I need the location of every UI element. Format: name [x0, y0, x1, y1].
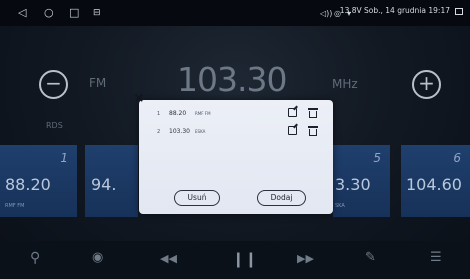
row-name: RMF FM — [195, 111, 211, 116]
row-frequency: 103.30 — [169, 128, 190, 135]
preset-number: 1 — [60, 151, 68, 165]
row-index: 2 — [157, 129, 161, 135]
rds-label: RDS — [46, 121, 63, 130]
volume-icon: ◁)) — [320, 9, 333, 18]
edit-icon[interactable] — [288, 108, 297, 117]
search-icon[interactable]: ⚲ — [30, 250, 40, 266]
add-button[interactable]: Dodaj — [257, 190, 306, 206]
recents-icon[interactable]: □ — [69, 5, 79, 21]
rewind-icon[interactable]: ◀◀ — [160, 252, 177, 265]
preset-6[interactable]: 6 104.60 — [401, 145, 470, 217]
fast-forward-icon[interactable]: ▶▶ — [297, 252, 314, 265]
row-index: 1 — [157, 111, 161, 117]
edit-icon[interactable]: ✎ — [365, 250, 376, 265]
preset-name: SKA — [335, 203, 345, 209]
close-icon[interactable]: × — [132, 92, 146, 106]
frequency-display: 103.30 — [177, 60, 287, 99]
tune-down-button[interactable]: − — [39, 70, 68, 99]
preset-frequency: 104.60 — [406, 175, 462, 194]
edit-icon[interactable] — [288, 126, 297, 135]
equalizer-icon[interactable]: ☰ — [430, 250, 442, 265]
preset-frequency: 3.30 — [335, 175, 371, 194]
home-icon[interactable]: ○ — [44, 5, 54, 21]
cast-icon[interactable]: ⊟ — [93, 5, 101, 21]
tune-up-button[interactable]: + — [412, 70, 441, 99]
preset-5[interactable]: 5 3.30 SKA — [333, 145, 390, 217]
preset-number: 5 — [373, 151, 381, 165]
preset-name: RMF FM — [5, 203, 25, 209]
preset-frequency: 88.20 — [5, 175, 51, 194]
radio-scan-icon[interactable]: ◉ — [92, 250, 103, 265]
status-bar: ◁ ○ □ ⊟ ◁)) ◎ ▾ 13.8V Sob., 14 grudnia 1… — [0, 0, 470, 26]
band-label: FM — [89, 76, 107, 90]
preset-number: 6 — [453, 151, 461, 165]
preset-1[interactable]: 1 88.20 RMF FM — [0, 145, 77, 217]
preset-frequency: 94. — [91, 175, 117, 194]
status-text: 13.8V Sob., 14 grudnia 19:17 — [339, 6, 450, 15]
list-item[interactable]: 1 88.20 RMF FM — [139, 107, 333, 123]
trash-icon[interactable] — [308, 108, 318, 118]
pause-icon[interactable]: ❙❙ — [232, 250, 257, 268]
preset-2[interactable]: 94. — [85, 145, 138, 217]
row-frequency: 88.20 — [169, 110, 187, 117]
window-icon[interactable] — [455, 8, 463, 15]
back-icon[interactable]: ◁ — [18, 5, 26, 21]
row-name: ESKA — [195, 129, 206, 134]
trash-icon[interactable] — [308, 126, 318, 136]
delete-button[interactable]: Usuń — [174, 190, 220, 206]
list-item[interactable]: 2 103.30 ESKA — [139, 125, 333, 141]
unit-label: MHz — [332, 77, 358, 91]
radio-screen: ◁ ○ □ ⊟ ◁)) ◎ ▾ 13.8V Sob., 14 grudnia 1… — [0, 0, 470, 279]
